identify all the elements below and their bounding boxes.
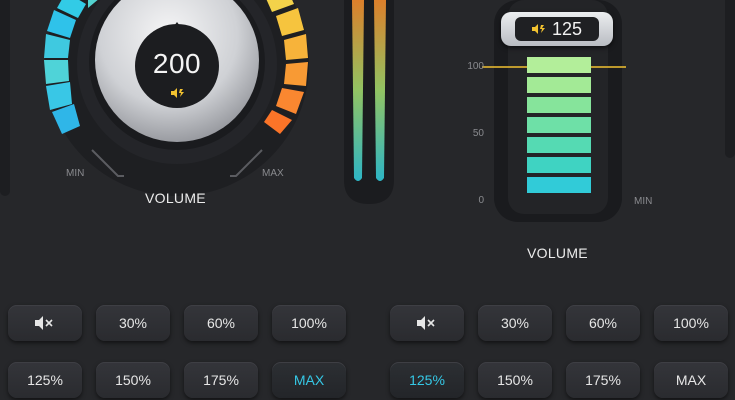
bar-min-label: MIN: [634, 196, 653, 207]
left-preset-175[interactable]: 175%: [184, 362, 258, 398]
right-preset-175[interactable]: 175%: [566, 362, 640, 398]
left-preset-125[interactable]: 125%: [8, 362, 82, 398]
level-meter-left: [352, 0, 364, 181]
right-preset-125[interactable]: 125%: [390, 362, 464, 398]
volume-readout: 125: [515, 17, 599, 41]
right-preset-max[interactable]: MAX: [654, 362, 728, 398]
mute-icon: [35, 316, 53, 330]
tick-0: 0: [478, 195, 484, 206]
mute-icon: [417, 316, 435, 330]
right-preset-150[interactable]: 150%: [478, 362, 552, 398]
speaker-boost-icon: [171, 88, 184, 98]
right-preset-30[interactable]: 30%: [478, 305, 552, 341]
left-preset-60[interactable]: 60%: [184, 305, 258, 341]
left-preset-max[interactable]: MAX: [272, 362, 346, 398]
left-preset-150[interactable]: 150%: [96, 362, 170, 398]
left-mute-button[interactable]: [8, 305, 82, 341]
right-volume-label: VOLUME: [527, 245, 588, 261]
dial-max-label: MAX: [262, 168, 284, 179]
bar-meter-segments: [527, 57, 591, 193]
knob-volume-value: 200: [152, 48, 202, 79]
left-preset-100[interactable]: 100%: [272, 305, 346, 341]
tick-100: 100: [467, 61, 484, 72]
dial-min-label: MIN: [66, 168, 85, 179]
left-preset-30[interactable]: 30%: [96, 305, 170, 341]
right-preset-60[interactable]: 60%: [566, 305, 640, 341]
speaker-boost-icon: [531, 24, 545, 34]
slider-volume-value: 125: [551, 18, 583, 39]
tick-50: 50: [472, 128, 484, 139]
volume-slider-handle[interactable]: 125: [501, 12, 613, 46]
left-volume-label: VOLUME: [145, 190, 206, 206]
level-meter-right: [374, 0, 386, 181]
right-preset-100[interactable]: 100%: [654, 305, 728, 341]
right-mute-button[interactable]: [390, 305, 464, 341]
